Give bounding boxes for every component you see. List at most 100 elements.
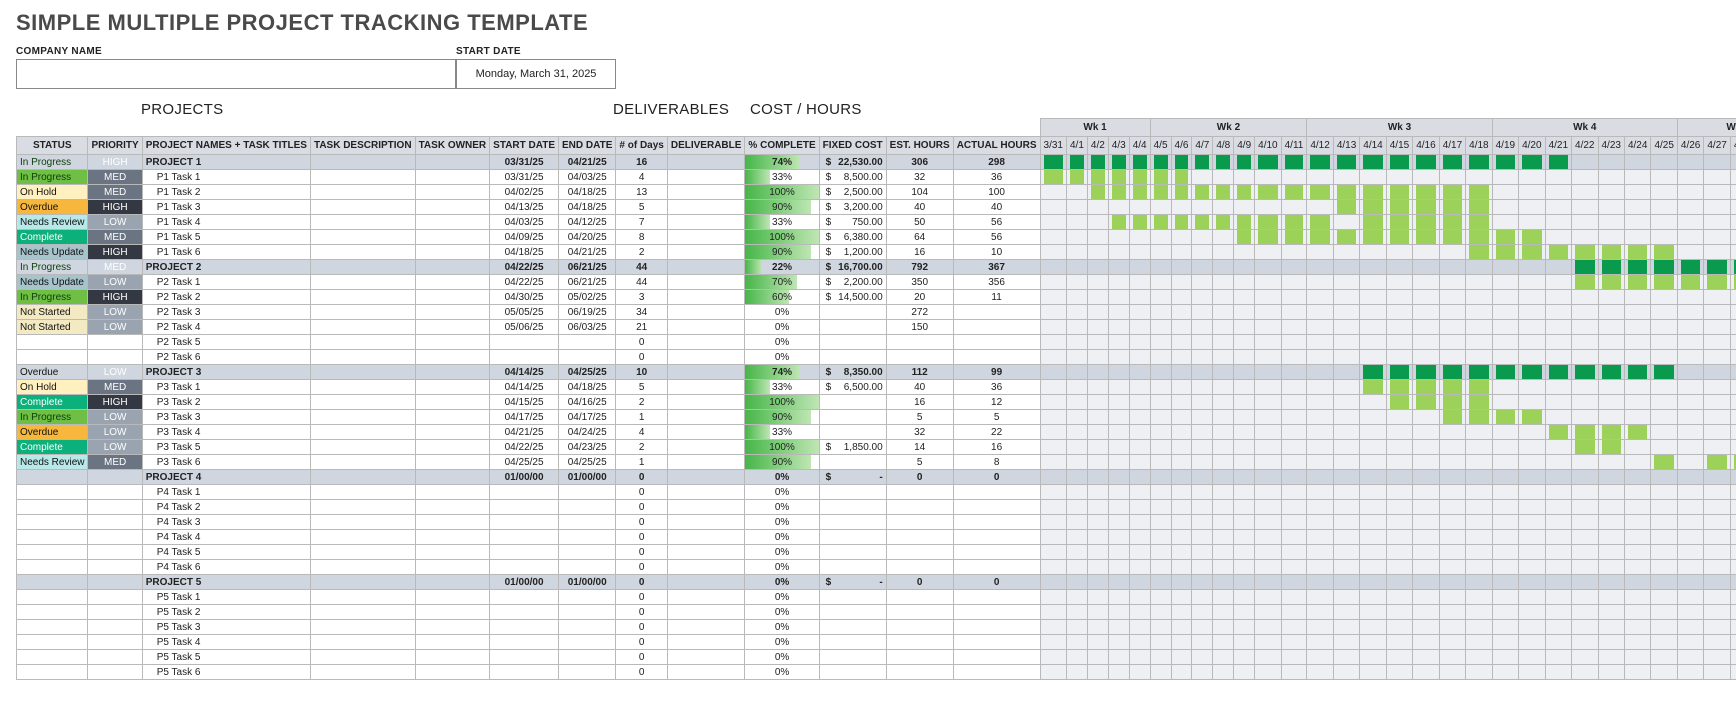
owner-cell[interactable] <box>415 335 490 350</box>
gantt-cell[interactable] <box>1150 635 1171 650</box>
priority-cell[interactable]: HIGH <box>88 395 142 410</box>
gantt-cell[interactable] <box>1545 545 1571 560</box>
gantt-cell[interactable] <box>1192 350 1213 365</box>
desc-cell[interactable] <box>310 500 415 515</box>
gantt-cell[interactable] <box>1677 335 1703 350</box>
cost-cell[interactable] <box>819 620 886 635</box>
gantt-cell[interactable] <box>1598 545 1624 560</box>
gantt-cell[interactable] <box>1598 560 1624 575</box>
day-header[interactable]: 4/16 <box>1413 137 1439 155</box>
gantt-cell[interactable] <box>1213 530 1234 545</box>
hours-cell[interactable] <box>886 485 953 500</box>
priority-cell[interactable] <box>88 590 142 605</box>
priority-cell[interactable]: MED <box>88 170 142 185</box>
gantt-cell[interactable] <box>1730 665 1736 680</box>
gantt-cell[interactable] <box>1192 155 1213 170</box>
gantt-cell[interactable] <box>1281 500 1307 515</box>
gantt-cell[interactable] <box>1234 365 1255 380</box>
gantt-cell[interactable] <box>1192 365 1213 380</box>
hours-cell[interactable]: 0 <box>886 575 953 590</box>
desc-cell[interactable] <box>310 335 415 350</box>
desc-cell[interactable] <box>310 170 415 185</box>
status-cell[interactable]: In Progress <box>17 410 88 425</box>
gantt-cell[interactable] <box>1598 530 1624 545</box>
gantt-cell[interactable] <box>1171 485 1192 500</box>
gantt-cell[interactable] <box>1087 155 1108 170</box>
priority-cell[interactable]: MED <box>88 380 142 395</box>
gantt-cell[interactable] <box>1087 305 1108 320</box>
gantt-cell[interactable] <box>1466 545 1492 560</box>
desc-cell[interactable] <box>310 590 415 605</box>
gantt-cell[interactable] <box>1255 575 1281 590</box>
gantt-cell[interactable] <box>1129 290 1150 305</box>
gantt-cell[interactable] <box>1129 185 1150 200</box>
owner-cell[interactable] <box>415 215 490 230</box>
gantt-cell[interactable] <box>1129 470 1150 485</box>
pct-cell[interactable]: 0% <box>745 575 819 590</box>
desc-cell[interactable] <box>310 380 415 395</box>
table-row[interactable]: P4 Task 300% <box>17 515 1736 530</box>
gantt-cell[interactable] <box>1651 320 1677 335</box>
start-date-value[interactable]: Monday, March 31, 2025 <box>456 59 616 89</box>
gantt-cell[interactable] <box>1171 185 1192 200</box>
actual-cell[interactable] <box>953 620 1040 635</box>
gantt-cell[interactable] <box>1704 590 1730 605</box>
gantt-cell[interactable] <box>1360 275 1386 290</box>
days-cell[interactable]: 0 <box>616 650 667 665</box>
gantt-cell[interactable] <box>1087 185 1108 200</box>
name-cell[interactable]: P5 Task 2 <box>142 605 310 620</box>
gantt-cell[interactable] <box>1598 275 1624 290</box>
gantt-cell[interactable] <box>1129 410 1150 425</box>
gantt-cell[interactable] <box>1171 470 1192 485</box>
days-cell[interactable]: 34 <box>616 305 667 320</box>
gantt-cell[interactable] <box>1150 395 1171 410</box>
gantt-cell[interactable] <box>1150 530 1171 545</box>
edate-cell[interactable]: 04/24/25 <box>559 425 616 440</box>
gantt-cell[interactable] <box>1307 155 1333 170</box>
pct-cell[interactable]: 90% <box>745 410 819 425</box>
gantt-cell[interactable] <box>1677 365 1703 380</box>
deliverable-cell[interactable] <box>667 380 745 395</box>
gantt-cell[interactable] <box>1150 215 1171 230</box>
hours-cell[interactable] <box>886 560 953 575</box>
gantt-cell[interactable] <box>1677 260 1703 275</box>
gantt-cell[interactable] <box>1307 350 1333 365</box>
pct-cell[interactable]: 90% <box>745 245 819 260</box>
gantt-cell[interactable] <box>1519 455 1545 470</box>
name-cell[interactable]: P3 Task 6 <box>142 455 310 470</box>
priority-cell[interactable]: HIGH <box>88 290 142 305</box>
gantt-cell[interactable] <box>1360 185 1386 200</box>
gantt-cell[interactable] <box>1171 665 1192 680</box>
gantt-cell[interactable] <box>1545 200 1571 215</box>
deliverable-cell[interactable] <box>667 605 745 620</box>
gantt-cell[interactable] <box>1704 275 1730 290</box>
name-cell[interactable]: P4 Task 1 <box>142 485 310 500</box>
sdate-cell[interactable]: 04/18/25 <box>490 245 559 260</box>
gantt-cell[interactable] <box>1171 410 1192 425</box>
actual-cell[interactable] <box>953 650 1040 665</box>
table-row[interactable]: P2 Task 500% <box>17 335 1736 350</box>
gantt-cell[interactable] <box>1129 620 1150 635</box>
gantt-cell[interactable] <box>1730 470 1736 485</box>
gantt-cell[interactable] <box>1108 590 1129 605</box>
gantt-cell[interactable] <box>1213 635 1234 650</box>
gantt-cell[interactable] <box>1150 470 1171 485</box>
table-row[interactable]: On HoldMEDP1 Task 204/02/2504/18/2513100… <box>17 185 1736 200</box>
cost-cell[interactable] <box>819 410 886 425</box>
table-row[interactable]: P5 Task 500% <box>17 650 1736 665</box>
gantt-cell[interactable] <box>1307 380 1333 395</box>
gantt-cell[interactable] <box>1129 245 1150 260</box>
gantt-cell[interactable] <box>1413 185 1439 200</box>
gantt-cell[interactable] <box>1234 590 1255 605</box>
pct-cell[interactable]: 33% <box>745 170 819 185</box>
gantt-cell[interactable] <box>1255 515 1281 530</box>
status-cell[interactable]: Not Started <box>17 320 88 335</box>
desc-cell[interactable] <box>310 395 415 410</box>
gantt-cell[interactable] <box>1439 215 1465 230</box>
actual-cell[interactable] <box>953 305 1040 320</box>
priority-cell[interactable]: LOW <box>88 440 142 455</box>
gantt-cell[interactable] <box>1234 185 1255 200</box>
gantt-cell[interactable] <box>1677 590 1703 605</box>
table-row[interactable]: P5 Task 200% <box>17 605 1736 620</box>
gantt-cell[interactable] <box>1307 650 1333 665</box>
